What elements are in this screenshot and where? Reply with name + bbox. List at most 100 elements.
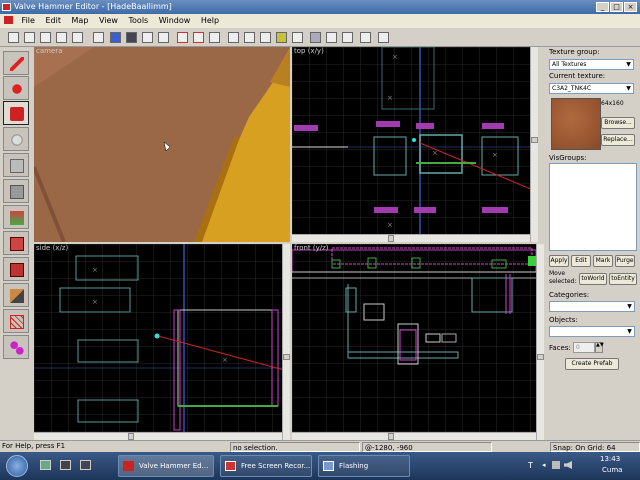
menu-window[interactable]: Window: [155, 14, 195, 28]
top-viewport[interactable]: × × × × × top (x/y): [292, 47, 538, 242]
block-tool[interactable]: [3, 153, 29, 177]
wireframe-icon[interactable]: [93, 32, 104, 43]
visgroup-apply-button[interactable]: Apply: [549, 255, 569, 267]
grid-smaller-icon[interactable]: [24, 32, 35, 43]
top-vscroll-thumb[interactable]: [531, 137, 538, 143]
apply-texture-tool[interactable]: [3, 205, 29, 229]
start-button[interactable]: [6, 455, 28, 477]
side-vscroll-thumb[interactable]: [283, 354, 290, 360]
menu-file[interactable]: File: [18, 14, 39, 28]
volume-icon[interactable]: [564, 461, 572, 469]
clip-tool[interactable]: [3, 257, 29, 281]
group-icon[interactable]: [193, 32, 204, 43]
replace-button[interactable]: Replace...: [601, 134, 635, 146]
media-player-icon[interactable]: [60, 460, 71, 470]
vertex-tool-icon: [10, 289, 24, 303]
hide-entities-icon[interactable]: [292, 32, 303, 43]
maximize-button[interactable]: □: [610, 2, 623, 12]
menu-view[interactable]: View: [95, 14, 122, 28]
front-label: front (y/z): [294, 244, 329, 252]
paste-icon[interactable]: [260, 32, 271, 43]
show-desktop-icon[interactable]: [40, 460, 51, 470]
view-2d-icon[interactable]: [110, 32, 121, 43]
camera-viewport[interactable]: camera: [34, 47, 290, 242]
clip-tool-icon: [10, 263, 24, 277]
visgroup-mark-button[interactable]: Mark: [593, 255, 613, 267]
snap-icon[interactable]: [56, 32, 67, 43]
create-prefab-button[interactable]: Create Prefab: [565, 358, 619, 370]
task-hammer-editor[interactable]: Valve Hammer Ed...: [118, 455, 214, 477]
recorder-task-icon: [225, 461, 236, 471]
path-tool[interactable]: [3, 309, 29, 333]
front-vscroll-thumb[interactable]: [537, 354, 544, 360]
close-button[interactable]: ×: [624, 2, 637, 12]
copy-icon[interactable]: [244, 32, 255, 43]
task-flashing[interactable]: Flashing: [318, 455, 410, 477]
side-hscroll-thumb[interactable]: [128, 433, 134, 440]
textured-view-icon[interactable]: [142, 32, 153, 43]
to-entity-button[interactable]: toEntity: [609, 273, 637, 285]
overlay-tool[interactable]: [3, 335, 29, 359]
minimize-button[interactable]: _: [596, 2, 609, 12]
tl-icon[interactable]: [342, 32, 353, 43]
shaded-view-icon[interactable]: [158, 32, 169, 43]
title-bar: Valve Hammer Editor - [HadeBaallimm] _ □…: [0, 0, 640, 14]
side-viewport[interactable]: × × × side (x/z): [34, 244, 290, 440]
current-texture-label: Current texture:: [549, 72, 606, 80]
top-hscrollbar[interactable]: [292, 234, 530, 242]
front-hscroll-thumb[interactable]: [388, 433, 394, 440]
visgroup-purge-button[interactable]: Purge: [615, 255, 635, 267]
program-icon[interactable]: [80, 460, 91, 470]
front-vscrollbar[interactable]: [536, 244, 544, 440]
to-world-button[interactable]: toWorld: [579, 273, 607, 285]
side-vscrollbar[interactable]: [282, 244, 290, 440]
ungroup-icon[interactable]: [209, 32, 220, 43]
magnify-tool[interactable]: [3, 76, 29, 100]
vertex-tool[interactable]: [3, 283, 29, 307]
network-icon[interactable]: [552, 461, 560, 469]
language-indicator[interactable]: T: [528, 461, 533, 470]
browse-button[interactable]: Browse...: [601, 117, 635, 129]
top-hscroll-thumb[interactable]: [388, 235, 394, 242]
clock-day[interactable]: Cuma: [602, 466, 622, 474]
texture-group-dropdown[interactable]: All Textures ▼: [549, 59, 634, 70]
categories-dropdown[interactable]: ▼: [549, 301, 635, 312]
tray-arrow-icon[interactable]: ◂: [542, 461, 546, 469]
cut-icon[interactable]: [228, 32, 239, 43]
selection-icon[interactable]: [310, 32, 321, 43]
top-vscrollbar[interactable]: [530, 47, 538, 242]
entity-tool[interactable]: [3, 127, 29, 151]
faces-spinner[interactable]: ▲▼: [595, 342, 604, 353]
pointer-tool[interactable]: [3, 51, 29, 75]
load-window-icon[interactable]: [72, 32, 83, 43]
vertex-icon[interactable]: [360, 32, 371, 43]
texture-lock-icon[interactable]: [326, 32, 337, 43]
menu-map[interactable]: Map: [68, 14, 93, 28]
texture-application-tool[interactable]: [3, 179, 29, 203]
side-hscrollbar[interactable]: [34, 432, 282, 440]
run-map-icon[interactable]: [378, 32, 389, 43]
camera-tool[interactable]: [3, 101, 29, 125]
visgroups-list[interactable]: [549, 163, 637, 251]
visgroup-edit-button[interactable]: Edit: [571, 255, 591, 267]
texture-preview: [551, 98, 601, 150]
menu-edit[interactable]: Edit: [41, 14, 65, 28]
menu-tools[interactable]: Tools: [125, 14, 153, 28]
view-3d-icon[interactable]: [126, 32, 137, 43]
decal-tool[interactable]: [3, 231, 29, 255]
menu-help[interactable]: Help: [197, 14, 223, 28]
hide-icon[interactable]: [276, 32, 287, 43]
grid-larger-icon[interactable]: [40, 32, 51, 43]
current-texture-dropdown[interactable]: C3A2_TNK4C ▼: [549, 83, 634, 94]
carve-icon[interactable]: [177, 32, 188, 43]
flashing-task-icon: [323, 461, 334, 471]
front-viewport[interactable]: front (y/z): [292, 244, 544, 440]
front-hscrollbar[interactable]: [292, 432, 536, 440]
faces-field[interactable]: 0: [573, 342, 595, 353]
document-icon[interactable]: [4, 16, 13, 24]
chevron-down-icon: ▼: [627, 303, 632, 310]
grid-icon[interactable]: [8, 32, 19, 43]
task-screen-recorder[interactable]: Free Screen Recor...: [220, 455, 312, 477]
objects-dropdown[interactable]: ▼: [549, 326, 635, 337]
clock-time[interactable]: 13:43: [600, 455, 620, 463]
